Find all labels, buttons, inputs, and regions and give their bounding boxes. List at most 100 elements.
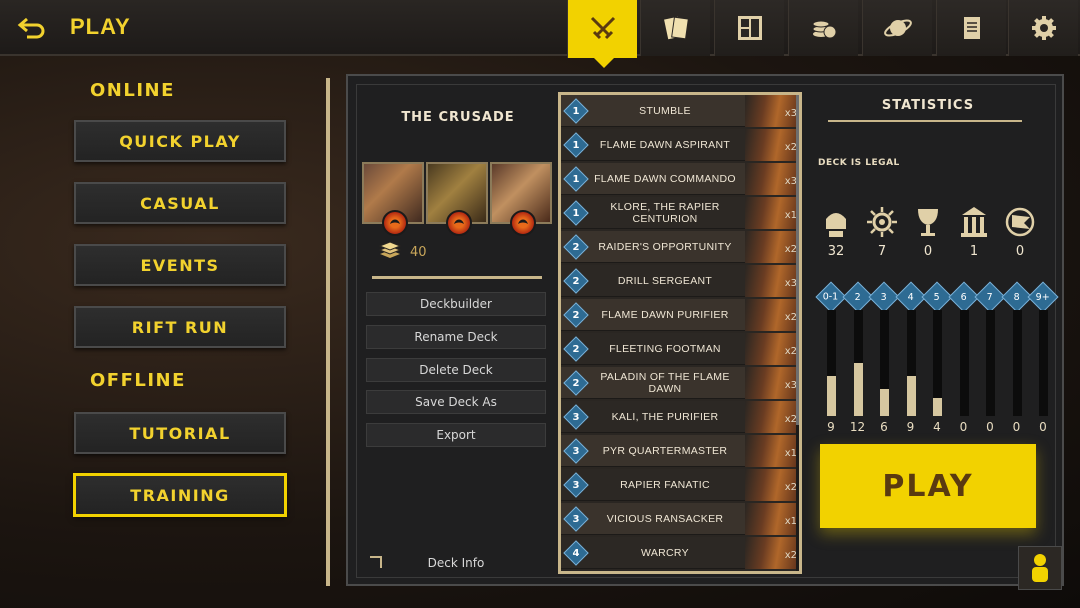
- card-count-value: 40: [410, 244, 427, 260]
- curve-bar: [933, 398, 942, 416]
- page-title: PLAY: [70, 14, 131, 39]
- scroll-thumb[interactable]: [796, 95, 799, 425]
- card-row[interactable]: 1 FLAME DAWN COMMANDO x3: [561, 162, 799, 195]
- card-row[interactable]: 2 DRILL SERGEANT x3: [561, 264, 799, 297]
- offline-section-label: OFFLINE: [90, 370, 186, 391]
- curve-bar: [906, 376, 916, 416]
- card-row[interactable]: 3 PYR QUARTERMASTER x1: [561, 434, 799, 467]
- tab-board[interactable]: [714, 0, 784, 56]
- card-row[interactable]: 2 FLEETING FOOTMAN x2: [561, 332, 799, 365]
- casual-button[interactable]: CASUAL: [74, 182, 286, 224]
- card-name: FLAME DAWN ASPIRANT: [599, 138, 731, 151]
- back-button[interactable]: [12, 12, 52, 44]
- type-stat-relics: 0: [908, 204, 948, 259]
- cost-gem-icon: 1: [563, 97, 589, 124]
- tab-quests[interactable]: [936, 0, 1006, 56]
- scroll-icon: [963, 17, 980, 39]
- curve-count-value: 9: [827, 420, 835, 434]
- card-list-scrollbar[interactable]: [796, 95, 799, 571]
- cards-icon: [663, 16, 689, 40]
- curve-track: [1012, 310, 1022, 416]
- deck-card-count: 40: [378, 242, 427, 262]
- events-button[interactable]: EVENTS: [74, 244, 286, 286]
- card-name: VICIOUS RANSACKER: [606, 512, 724, 525]
- cost-gem-icon: 3: [563, 471, 589, 498]
- card-row[interactable]: 2 RAIDER'S OPPORTUNITY x2: [561, 230, 799, 263]
- type-stat-units: 32: [816, 204, 856, 259]
- card-row[interactable]: 4 WARCRY x2: [561, 536, 799, 569]
- cost-gem-icon: 2: [563, 233, 589, 260]
- hero-portrait[interactable]: [490, 162, 552, 236]
- card-row[interactable]: 1 FLAME DAWN ASPIRANT x2: [561, 128, 799, 161]
- card-art: x2: [745, 536, 799, 569]
- type-stat-tactics: 0: [1000, 204, 1040, 259]
- card-row[interactable]: 1 STUMBLE x3: [561, 95, 799, 127]
- card-row[interactable]: 2 PALADIN OF THE FLAME DAWN x3: [561, 366, 799, 399]
- card-row[interactable]: 3 VICIOUS RANSACKER x1: [561, 502, 799, 535]
- card-name: PYR QUARTERMASTER: [602, 444, 728, 457]
- deck-legal-status: DECK IS LEGAL: [818, 158, 900, 168]
- card-row[interactable]: 2 FLAME DAWN PURIFIER x2: [561, 298, 799, 331]
- deckbuilder-button[interactable]: Deckbuilder: [366, 292, 546, 316]
- cost-gem-icon: 3: [563, 505, 589, 532]
- planet-icon: [883, 19, 912, 37]
- card-row[interactable]: 3 KALI, THE PURIFIER x2: [561, 400, 799, 433]
- card-name: KLORE, THE RAPIER CENTURION: [610, 200, 720, 225]
- type-stat-locations: 1: [954, 204, 994, 259]
- card-art: x1: [745, 196, 799, 229]
- card-art: x1: [745, 502, 799, 535]
- delete-deck-button[interactable]: Delete Deck: [366, 358, 546, 382]
- card-list[interactable]: 1 STUMBLE x3 1 FLAME DAWN ASPIRANT x2 1 …: [558, 92, 802, 574]
- corner-bracket-icon: [370, 556, 382, 568]
- curve-bar: [827, 376, 836, 416]
- export-button[interactable]: Export: [366, 423, 546, 447]
- board-layout-icon: [737, 16, 762, 40]
- temple-icon: [957, 204, 991, 240]
- curve-track: [853, 310, 863, 416]
- curve-track: [959, 310, 969, 416]
- tab-cards[interactable]: [640, 0, 710, 56]
- card-art: x2: [745, 468, 799, 501]
- profile-button[interactable]: [1018, 546, 1062, 590]
- faction-emblem-icon: [446, 210, 472, 236]
- card-name: KALI, THE PURIFIER: [611, 410, 719, 423]
- hero-portrait[interactable]: [426, 162, 488, 236]
- play-button[interactable]: PLAY: [820, 444, 1036, 528]
- divider: [326, 78, 330, 586]
- tutorial-button[interactable]: TUTORIAL: [74, 412, 286, 454]
- deck-panel: THE CRUSADE 40 Deckbuilder Rename Deck D…: [346, 74, 1064, 586]
- sun-burst-icon: [865, 204, 899, 240]
- card-row[interactable]: 1 KLORE, THE RAPIER CENTURION x1: [561, 196, 799, 229]
- curve-count-value: 0: [1039, 420, 1047, 434]
- curve-track: [1039, 310, 1048, 416]
- card-name: RAPIER FANATIC: [620, 478, 710, 491]
- rename-deck-button[interactable]: Rename Deck: [366, 325, 546, 349]
- curve-count-value: 0: [959, 420, 968, 434]
- training-button[interactable]: TRAINING: [74, 474, 286, 516]
- chalice-icon: [911, 204, 945, 240]
- card-name: DRILL SERGEANT: [617, 274, 713, 287]
- save-deck-as-button[interactable]: Save Deck As: [366, 390, 546, 414]
- banner-flag-icon: [1003, 204, 1037, 240]
- card-art: x1: [745, 434, 799, 467]
- curve-count-value: 12: [849, 420, 866, 434]
- tab-settings[interactable]: [1008, 0, 1078, 56]
- cost-gem-icon: 3: [563, 403, 589, 430]
- coins-icon: [812, 20, 836, 39]
- card-art: x3: [745, 95, 799, 127]
- cost-gem-icon: 2: [563, 301, 589, 328]
- deck-info-button[interactable]: Deck Info: [366, 550, 546, 576]
- card-stack-icon: [378, 242, 402, 258]
- tab-play[interactable]: [567, 0, 637, 68]
- curve-track: [880, 310, 889, 416]
- faction-emblem-icon: [382, 210, 408, 236]
- curve-count-value: 6: [880, 420, 888, 434]
- card-art: x2: [745, 332, 799, 365]
- cost-gem-icon: 2: [563, 267, 589, 294]
- tab-world[interactable]: [862, 0, 932, 56]
- hero-portrait[interactable]: [362, 162, 424, 236]
- card-row[interactable]: 3 RAPIER FANATIC x2: [561, 468, 799, 501]
- tab-currency[interactable]: [788, 0, 858, 56]
- quick-play-button[interactable]: QUICK PLAY: [74, 120, 286, 162]
- rift-run-button[interactable]: RIFT RUN: [74, 306, 286, 348]
